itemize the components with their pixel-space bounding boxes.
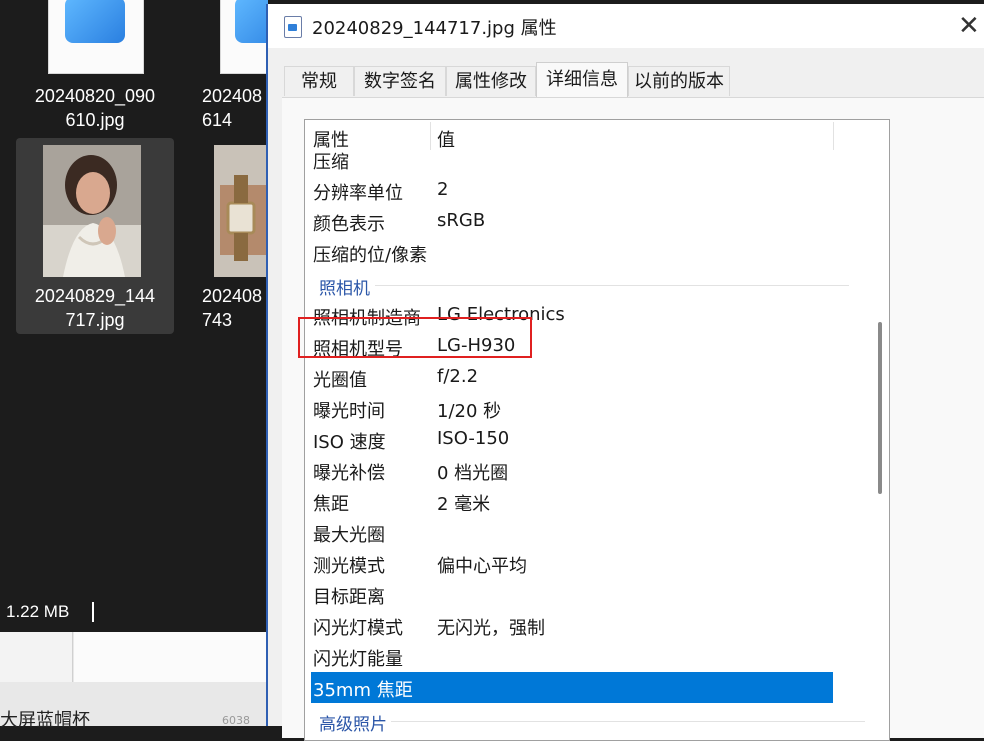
property-value: 偏中心平均 <box>437 556 527 577</box>
photos-app-icon <box>65 0 125 43</box>
tab-digital-signature[interactable]: 数字签名 <box>354 66 446 96</box>
strip-segment <box>74 632 269 682</box>
property-name: 颜色表示 <box>313 214 385 235</box>
selection-size: 1.22 MB <box>6 602 70 621</box>
property-row[interactable]: 最大光圈 <box>305 517 873 548</box>
group-divider <box>391 721 865 722</box>
background-number: 6038 <box>222 714 250 727</box>
group-header-camera: 照相机 <box>319 279 370 299</box>
property-list[interactable]: 属性 值 压缩 分辨率单位 2 颜色表示 sRGB 压缩的位/像素 照相机 照相… <box>304 119 890 741</box>
property-row-selected[interactable]: 35mm 焦距 <box>311 672 833 703</box>
photos-app-icon <box>235 0 268 43</box>
annotation-highlight-box <box>298 317 532 358</box>
background-text: 大屏蓝帽杯 <box>0 710 90 731</box>
property-name: 测光模式 <box>313 556 385 577</box>
status-divider <box>92 602 94 622</box>
property-row[interactable]: 压缩的位/像素 <box>305 237 873 268</box>
property-name: 焦距 <box>313 494 349 515</box>
property-name: 压缩 <box>313 152 349 173</box>
vertical-scrollbar[interactable] <box>873 120 889 740</box>
property-name: 光圈值 <box>313 370 367 391</box>
property-name: 分辨率单位 <box>313 183 403 204</box>
property-name: 压缩的位/像素 <box>313 245 428 266</box>
property-name: 闪光灯能量 <box>313 649 403 670</box>
tab-property-edit[interactable]: 属性修改 <box>446 66 536 96</box>
property-name: 目标距离 <box>313 587 385 608</box>
property-name: 曝光时间 <box>313 401 385 422</box>
property-row[interactable]: 分辨率单位 2 <box>305 175 873 206</box>
property-name: 最大光圈 <box>313 525 385 546</box>
details-panel: 属性 值 压缩 分辨率单位 2 颜色表示 sRGB 压缩的位/像素 照相机 照相… <box>282 97 984 741</box>
property-row[interactable]: 颜色表示 sRGB <box>305 206 873 237</box>
tab-general[interactable]: 常规 <box>284 66 354 96</box>
close-button[interactable]: ✕ <box>958 10 984 42</box>
property-value: f/2.2 <box>437 366 479 387</box>
file-name: 20240820_090 610.jpg <box>34 86 156 130</box>
strip-segment <box>0 632 73 682</box>
tab-previous-versions[interactable]: 以前的版本 <box>628 66 730 96</box>
property-row[interactable]: 压缩 <box>305 144 873 175</box>
property-row[interactable]: ISO 速度 ISO-150 <box>305 424 873 455</box>
property-row[interactable]: 闪光灯能量 <box>305 641 873 672</box>
property-value: sRGB <box>437 210 486 231</box>
property-row[interactable]: 光圈值 f/2.2 <box>305 362 873 393</box>
watch-photo-thumbnail <box>214 145 268 277</box>
property-row[interactable]: 目标距离 <box>305 579 873 610</box>
property-row[interactable]: 曝光补偿 0 档光圈 <box>305 455 873 486</box>
image-file-thumbnail <box>220 0 268 74</box>
status-bar: 1.22 MB <box>0 596 268 632</box>
property-row[interactable]: 测光模式 偏中心平均 <box>305 548 873 579</box>
property-list-viewport: 属性 值 压缩 分辨率单位 2 颜色表示 sRGB 压缩的位/像素 照相机 照相… <box>305 120 873 740</box>
image-file-icon <box>284 16 302 38</box>
file-name: 20240829_144 717.jpg <box>34 286 156 330</box>
property-name: 曝光补偿 <box>313 463 385 484</box>
file-tile[interactable]: 20240820_090 610.jpg <box>16 0 174 136</box>
group-header-advanced-photo: 高级照片 <box>319 715 387 735</box>
file-name: 202408 614 <box>202 86 263 130</box>
file-tile[interactable]: 202408 743 <box>186 138 268 334</box>
property-value: 1/20 秒 <box>437 401 502 422</box>
scrollbar-thumb[interactable] <box>878 322 882 494</box>
property-value: 2 毫米 <box>437 494 491 515</box>
property-value: ISO-150 <box>437 428 510 449</box>
property-name: 闪光灯模式 <box>313 618 403 639</box>
property-value: 无闪光，强制 <box>437 618 545 639</box>
property-name: 35mm 焦距 <box>313 680 413 701</box>
properties-dialog: 20240829_144717.jpg 属性 ✕ 常规 数字签名 属性修改 详细… <box>266 4 984 741</box>
property-value: 0 档光圈 <box>437 463 509 484</box>
property-row[interactable]: 闪光灯模式 无闪光，强制 <box>305 610 873 641</box>
property-row[interactable]: 曝光时间 1/20 秒 <box>305 393 873 424</box>
tab-details[interactable]: 详细信息 <box>536 62 628 98</box>
property-name: ISO 速度 <box>313 432 386 453</box>
file-name: 202408 743 <box>202 286 263 330</box>
property-value: 2 <box>437 179 449 200</box>
portrait-photo-thumbnail <box>43 145 141 277</box>
dialog-title: 20240829_144717.jpg 属性 <box>312 18 557 39</box>
property-row[interactable]: 焦距 2 毫米 <box>305 486 873 517</box>
file-tile-selected[interactable]: 20240829_144 717.jpg <box>16 138 174 334</box>
title-bar[interactable]: 20240829_144717.jpg 属性 ✕ <box>268 4 984 48</box>
file-tile[interactable]: 202408 614 <box>186 0 268 136</box>
group-divider <box>375 285 849 286</box>
image-file-thumbnail <box>48 0 144 74</box>
